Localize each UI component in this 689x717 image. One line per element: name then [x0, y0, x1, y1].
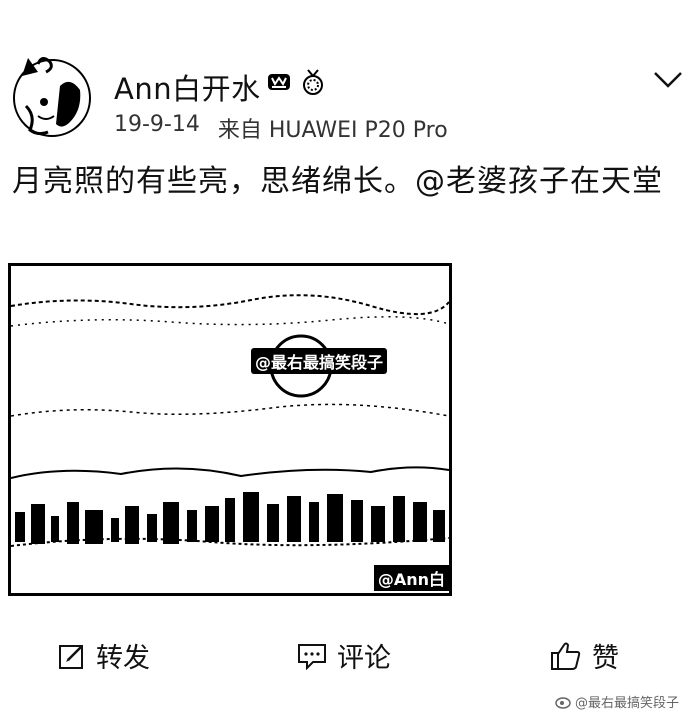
night-skyline-image	[11, 266, 449, 593]
share-edit-icon	[59, 644, 83, 669]
username[interactable]: Ann白开水	[114, 66, 261, 108]
comment-button[interactable]: 评论	[297, 636, 391, 675]
chevron-down-icon[interactable]	[652, 70, 684, 90]
image-watermark-bottom: @Ann白	[373, 565, 449, 591]
action-bar: 转发 评论 赞	[0, 636, 689, 680]
comment-label: 评论	[337, 643, 391, 674]
post-text: 月亮照的有些亮，思绪绵长。@老婆孩子在天堂	[12, 164, 663, 199]
image-watermark-top: @最右最搞笑段子	[251, 348, 388, 374]
post-date: 19-9-14	[114, 112, 200, 137]
medal-icon[interactable]	[300, 68, 326, 96]
like-label: 赞	[592, 643, 619, 674]
vip-crown-icon[interactable]	[266, 68, 292, 94]
repost-label: 转发	[96, 643, 150, 674]
user-badges	[266, 68, 326, 96]
post-image[interactable]: @最右最搞笑段子 @Ann白	[8, 263, 452, 596]
weibo-icon	[555, 696, 571, 709]
thumbs-up-icon	[551, 642, 581, 670]
repost-button[interactable]: 转发	[58, 636, 150, 675]
avatar[interactable]	[8, 46, 96, 142]
post-meta: 19-9-14 来自 HUAWEI P20 Pro	[114, 112, 448, 144]
footer-watermark: @最右最搞笑段子	[555, 692, 679, 711]
footer-watermark-text: @最右最搞笑段子	[574, 696, 679, 711]
like-button[interactable]: 赞	[550, 636, 619, 675]
comment-icon	[298, 643, 326, 670]
post-source[interactable]: 来自 HUAWEI P20 Pro	[218, 112, 448, 144]
